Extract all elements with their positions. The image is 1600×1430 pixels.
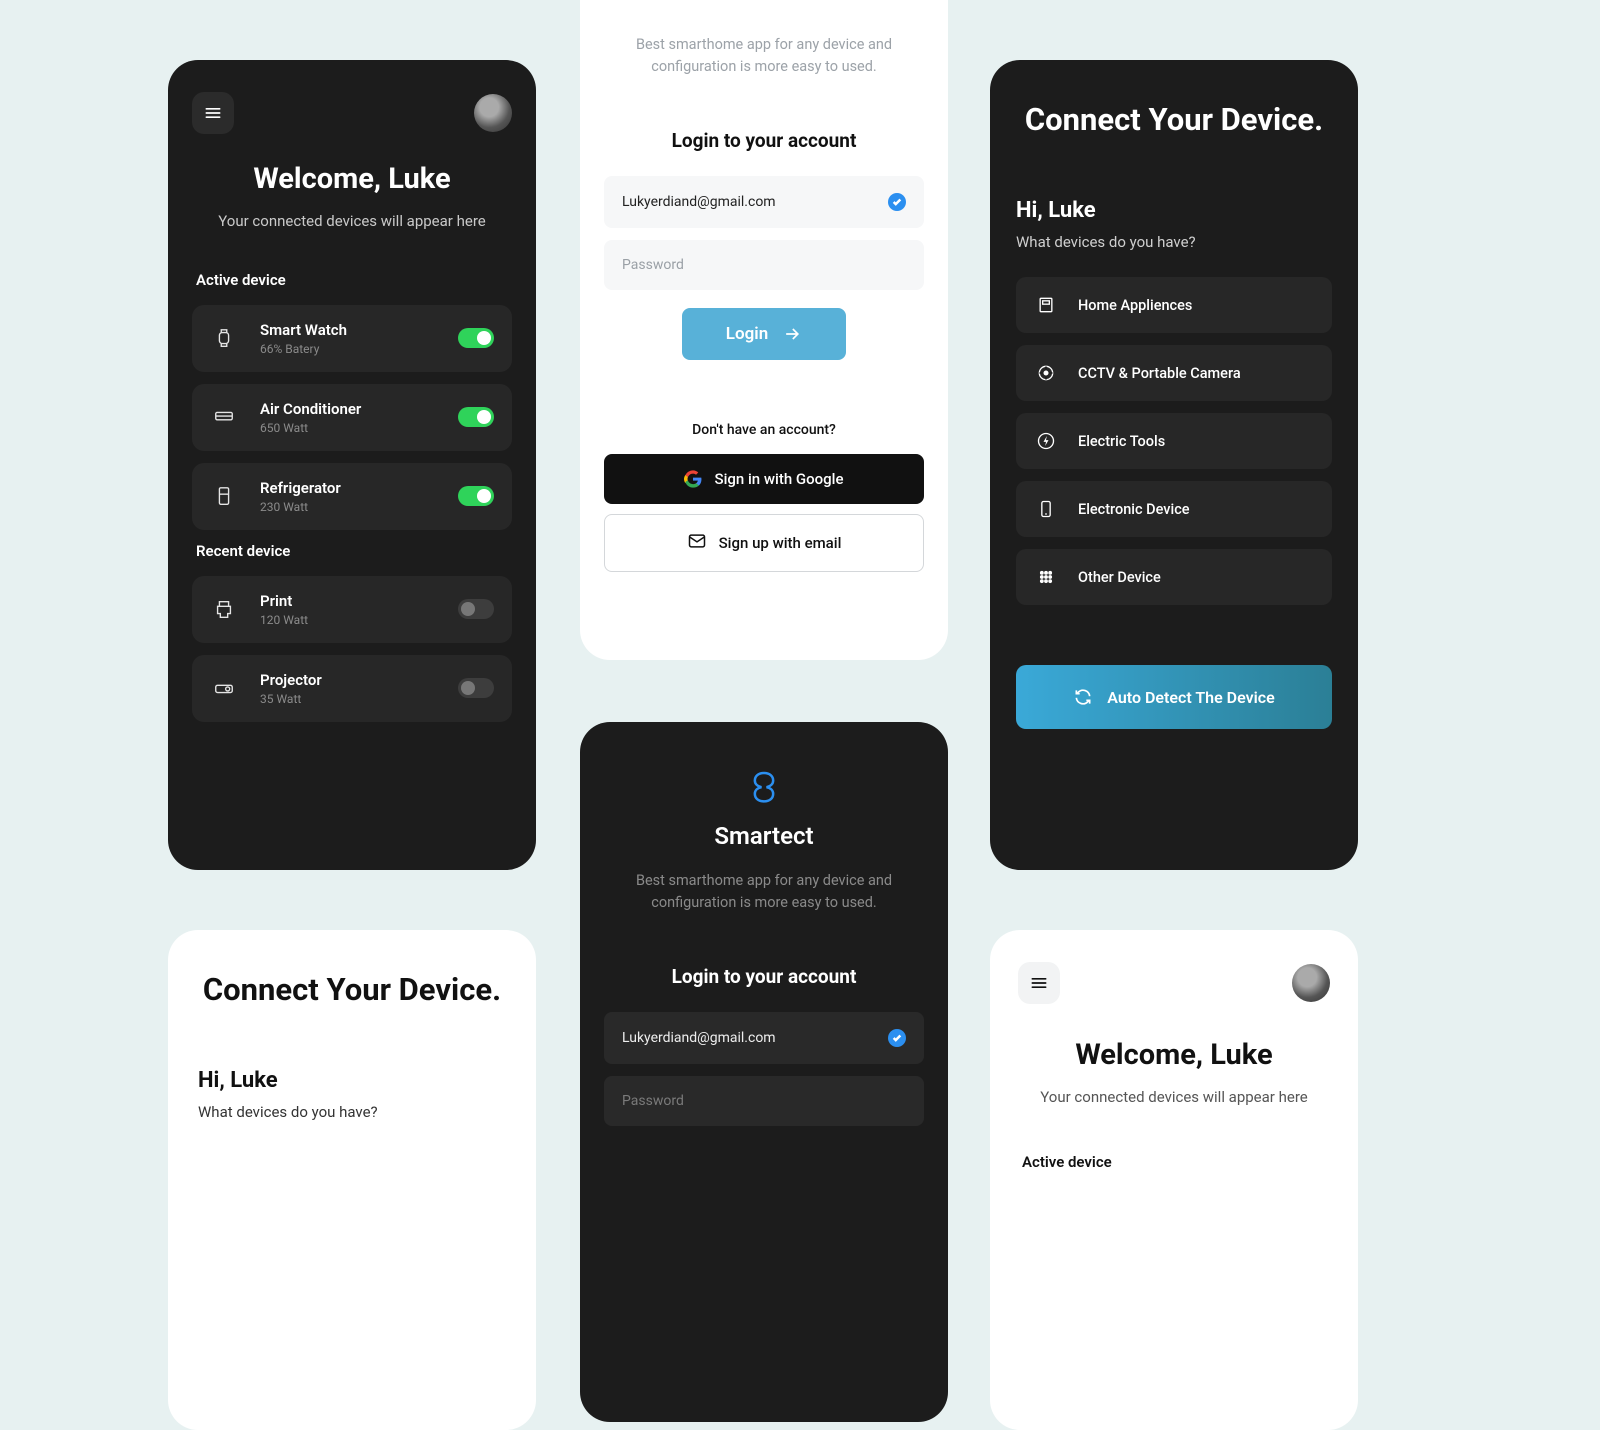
signup-question: Don't have an account? bbox=[604, 422, 924, 438]
login-button[interactable]: Login bbox=[682, 308, 846, 360]
connect-question: What devices do you have? bbox=[1016, 233, 1332, 251]
email-field[interactable] bbox=[604, 1012, 924, 1064]
camera-icon bbox=[1036, 363, 1056, 383]
email-signup-button[interactable]: Sign up with email bbox=[604, 514, 924, 572]
device-toggle[interactable] bbox=[458, 486, 494, 506]
category-label: Home Appliences bbox=[1078, 297, 1192, 314]
category-label: Electric Tools bbox=[1078, 433, 1165, 450]
hamburger-icon bbox=[203, 103, 223, 123]
password-input[interactable] bbox=[622, 257, 906, 273]
device-sub: 66% Batery bbox=[260, 342, 458, 356]
email-input[interactable] bbox=[622, 1030, 888, 1046]
welcome-title: Welcome, Luke bbox=[1018, 1038, 1330, 1072]
projector-icon bbox=[213, 677, 235, 699]
category-home-appliances[interactable]: Home Appliences bbox=[1016, 277, 1332, 333]
avatar[interactable] bbox=[474, 94, 512, 132]
brand-name: Smartect bbox=[604, 822, 924, 850]
active-device-heading: Active device bbox=[1022, 1153, 1330, 1171]
auto-detect-button[interactable]: Auto Detect The Device bbox=[1016, 665, 1332, 729]
phone-icon bbox=[1036, 499, 1056, 519]
welcome-subtitle: Your connected devices will appear here bbox=[1018, 1086, 1330, 1109]
device-row-projector[interactable]: Projector 35 Watt bbox=[192, 655, 512, 722]
google-icon bbox=[684, 470, 702, 488]
recent-device-heading: Recent device bbox=[196, 542, 512, 560]
login-screen-light: Best smarthome app for any device and co… bbox=[580, 0, 948, 660]
brand-tagline: Best smarthome app for any device and co… bbox=[604, 34, 924, 79]
login-button-label: Login bbox=[726, 324, 768, 344]
category-electronic-device[interactable]: Electronic Device bbox=[1016, 481, 1332, 537]
connect-screen-dark: Connect Your Device. Hi, Luke What devic… bbox=[990, 60, 1358, 870]
device-toggle[interactable] bbox=[458, 407, 494, 427]
device-sub: 35 Watt bbox=[260, 692, 458, 706]
login-heading: Login to your account bbox=[604, 129, 924, 152]
hamburger-icon bbox=[1029, 973, 1049, 993]
device-name: Refrigerator bbox=[260, 479, 458, 497]
check-icon bbox=[888, 193, 906, 211]
device-sub: 120 Watt bbox=[260, 613, 458, 627]
refresh-icon bbox=[1073, 687, 1093, 707]
password-field[interactable] bbox=[604, 240, 924, 290]
welcome-screen-light: Welcome, Luke Your connected devices wil… bbox=[990, 930, 1358, 1430]
device-sub: 230 Watt bbox=[260, 500, 458, 514]
arrow-right-icon bbox=[782, 324, 802, 344]
connect-title: Connect Your Device. bbox=[1016, 100, 1332, 140]
category-cctv[interactable]: CCTV & Portable Camera bbox=[1016, 345, 1332, 401]
device-row-smart-watch[interactable]: Smart Watch 66% Batery bbox=[192, 305, 512, 372]
device-name: Print bbox=[260, 592, 458, 610]
watch-icon bbox=[213, 327, 235, 349]
password-input[interactable] bbox=[622, 1093, 906, 1109]
connect-title: Connect Your Device. bbox=[198, 970, 506, 1010]
device-row-air-conditioner[interactable]: Air Conditioner 650 Watt bbox=[192, 384, 512, 451]
google-signin-label: Sign in with Google bbox=[714, 470, 843, 488]
category-electric-tools[interactable]: Electric Tools bbox=[1016, 413, 1332, 469]
login-screen-dark: Smartect Best smarthome app for any devi… bbox=[580, 722, 948, 1422]
password-field[interactable] bbox=[604, 1076, 924, 1126]
bolt-icon bbox=[1036, 431, 1056, 451]
email-input[interactable] bbox=[622, 194, 888, 210]
avatar[interactable] bbox=[1292, 964, 1330, 1002]
menu-button[interactable] bbox=[1018, 962, 1060, 1004]
device-sub: 650 Watt bbox=[260, 421, 458, 435]
check-icon bbox=[888, 1029, 906, 1047]
grid-icon bbox=[1036, 567, 1056, 587]
ac-icon bbox=[213, 406, 235, 428]
device-row-refrigerator[interactable]: Refrigerator 230 Watt bbox=[192, 463, 512, 530]
google-signin-button[interactable]: Sign in with Google bbox=[604, 454, 924, 504]
category-label: CCTV & Portable Camera bbox=[1078, 365, 1241, 382]
fridge-icon bbox=[213, 485, 235, 507]
home-icon bbox=[1036, 295, 1056, 315]
email-field[interactable] bbox=[604, 176, 924, 228]
connect-screen-light: Connect Your Device. Hi, Luke What devic… bbox=[168, 930, 536, 1430]
connect-hi: Hi, Luke bbox=[1016, 198, 1332, 223]
welcome-screen-dark: Welcome, Luke Your connected devices wil… bbox=[168, 60, 536, 870]
active-device-heading: Active device bbox=[196, 271, 512, 289]
category-label: Other Device bbox=[1078, 569, 1161, 586]
menu-button[interactable] bbox=[192, 92, 234, 134]
brand-logo-icon bbox=[744, 768, 784, 808]
mail-icon bbox=[687, 531, 707, 551]
printer-icon bbox=[213, 598, 235, 620]
category-label: Electronic Device bbox=[1078, 501, 1190, 518]
device-name: Projector bbox=[260, 671, 458, 689]
device-name: Air Conditioner bbox=[260, 400, 458, 418]
connect-hi: Hi, Luke bbox=[198, 1068, 506, 1093]
category-other-device[interactable]: Other Device bbox=[1016, 549, 1332, 605]
brand-tagline: Best smarthome app for any device and co… bbox=[604, 870, 924, 915]
auto-detect-label: Auto Detect The Device bbox=[1107, 688, 1274, 707]
email-signup-label: Sign up with email bbox=[719, 534, 842, 552]
login-heading: Login to your account bbox=[604, 965, 924, 988]
connect-question: What devices do you have? bbox=[198, 1103, 506, 1121]
device-row-print[interactable]: Print 120 Watt bbox=[192, 576, 512, 643]
device-name: Smart Watch bbox=[260, 321, 458, 339]
device-toggle[interactable] bbox=[458, 328, 494, 348]
welcome-subtitle: Your connected devices will appear here bbox=[192, 210, 512, 233]
device-toggle[interactable] bbox=[458, 678, 494, 698]
welcome-title: Welcome, Luke bbox=[192, 162, 512, 196]
device-toggle[interactable] bbox=[458, 599, 494, 619]
